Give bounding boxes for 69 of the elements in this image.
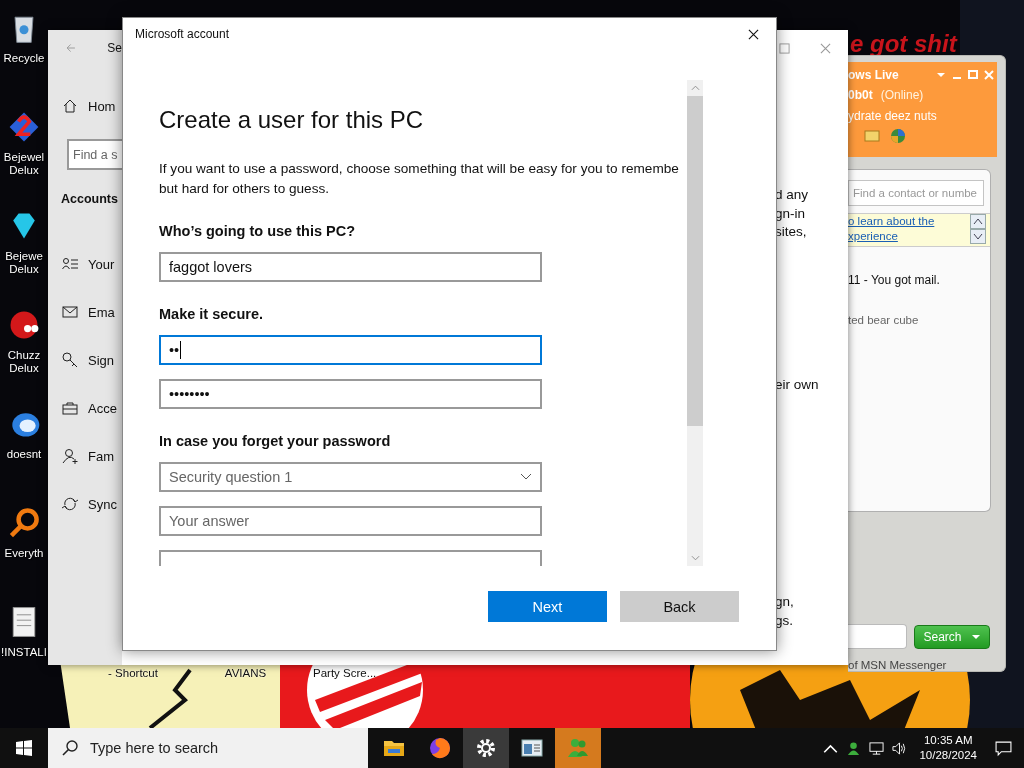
back-button[interactable]: Back — [620, 591, 739, 622]
desktop-icon-label: Recycle — [3, 52, 45, 65]
person-list-icon — [62, 256, 78, 272]
network-icon[interactable] — [869, 740, 885, 756]
scroll-arrows-icon[interactable] — [970, 214, 986, 245]
field-label: Make it secure. — [159, 305, 263, 324]
caret-icon[interactable] — [970, 633, 981, 640]
desktop-icon-label: Bejewe Delux — [5, 250, 43, 276]
nav-label: Sync — [88, 496, 117, 512]
window-title: Se — [107, 41, 122, 55]
desktop-icon-label: Everyth — [4, 547, 44, 560]
input-field[interactable]: faggot lovers — [159, 252, 542, 282]
nav-label: Acce — [88, 400, 117, 416]
nav-item[interactable]: Your — [48, 240, 122, 288]
search-field[interactable]: Find a s — [67, 139, 122, 170]
dropdown[interactable]: Security question 1 — [159, 462, 542, 492]
nav-label: Sign — [88, 352, 115, 368]
key-icon — [62, 352, 78, 368]
next-button[interactable]: Next — [488, 591, 607, 622]
learn-more-link[interactable]: o learn about the xperience — [848, 214, 935, 247]
nav-label: Your — [88, 256, 115, 272]
field-label: Who’s going to use this PC? — [159, 222, 355, 241]
nav-item[interactable]: Hom — [48, 82, 122, 130]
dialog-heading: Create a user for this PC — [159, 105, 424, 135]
nav-item[interactable]: Acce — [48, 384, 122, 432]
sync-icon — [62, 496, 78, 512]
taskbar-search-field[interactable]: Type here to search — [48, 728, 368, 768]
nav-item[interactable]: Sync — [48, 480, 122, 528]
input-field[interactable]: •• — [159, 335, 542, 365]
desktop-icon-label: AVIANS — [223, 667, 268, 680]
desktop-icon-label: doesnt — [6, 448, 42, 461]
nav-label: Ema — [88, 304, 115, 320]
mail-notification[interactable]: 11 - You got mail. — [848, 273, 990, 288]
nav-item[interactable]: Sign — [48, 336, 122, 384]
start-icon[interactable] — [16, 740, 32, 756]
notification-icon[interactable] — [995, 739, 1012, 757]
home-icon — [62, 98, 78, 114]
desktop-icon-label: Party Scre... — [313, 667, 377, 680]
contact-entry[interactable]: ted bear cube — [848, 314, 990, 327]
search-web-field[interactable] — [848, 624, 907, 649]
close-icon[interactable] — [748, 28, 759, 40]
footer-text: of MSN Messenger — [848, 659, 948, 671]
chevron-down-icon — [520, 473, 532, 481]
section-heading: Accounts — [61, 192, 119, 206]
window-title: ows Live — [848, 68, 899, 82]
desktop-icon-label: Chuzz Delux — [7, 349, 41, 375]
mail-icon — [62, 304, 78, 320]
desktop-icon-label: - Shortcut — [107, 667, 159, 680]
nav-label: Hom — [88, 98, 116, 114]
window-icon — [520, 736, 544, 760]
gear-icon — [474, 736, 498, 760]
desktop-icon-label: !INSTALI — [1, 646, 47, 659]
intro-paragraph: If you want to use a password, choose something that will be easy for you to remembe but hard for others to guess. — [159, 160, 679, 198]
messenger-tray-icon[interactable] — [846, 740, 862, 756]
nav-item[interactable]: Ema — [48, 288, 122, 336]
input-field[interactable]: •••••••• — [159, 379, 542, 409]
person-add-icon — [62, 448, 78, 464]
nav-item[interactable]: Fam — [48, 432, 122, 480]
briefcase-icon — [62, 400, 78, 416]
desktop-icon-label: Bejewel Delux — [3, 151, 45, 177]
field-label: In case you forget your password — [159, 432, 391, 451]
nav-label: Fam — [88, 448, 114, 464]
taskbar-app-button[interactable] — [463, 728, 509, 768]
input-field[interactable]: Your answer — [159, 506, 542, 536]
window-title: Microsoft account — [135, 27, 230, 41]
messenger-icon — [566, 736, 590, 760]
volume-icon[interactable] — [892, 740, 908, 756]
search-icon — [62, 740, 78, 756]
clock[interactable]: 10:35 AM 10/28/2024 — [919, 733, 977, 763]
